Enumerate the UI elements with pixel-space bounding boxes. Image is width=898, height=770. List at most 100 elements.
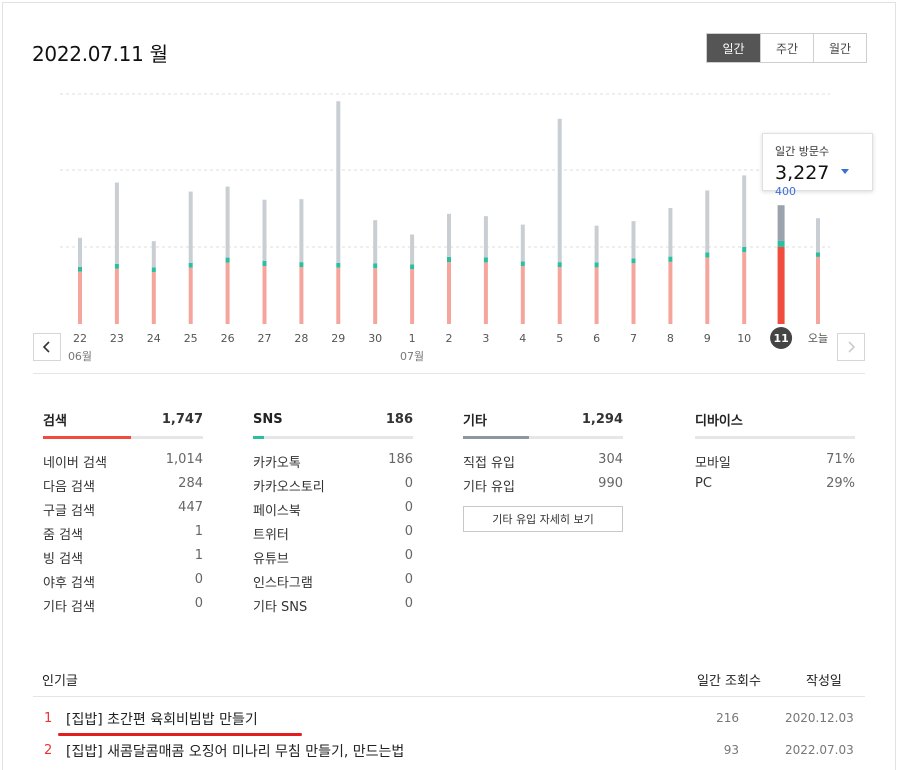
tick-label: 11: [773, 332, 788, 345]
bar-search: [520, 266, 525, 324]
tick-label: 6: [593, 332, 600, 345]
bar-other: [705, 190, 710, 253]
bar-search: [299, 267, 304, 324]
next-period-button[interactable]: [837, 333, 865, 361]
tooltip-change-value: 400: [775, 185, 796, 198]
tick-label: 27: [258, 332, 272, 345]
stat-row-value: 1: [194, 548, 203, 563]
tooltip-value: 3,227: [775, 162, 830, 184]
bar-sns: [631, 258, 636, 264]
tick-label: 7: [630, 332, 637, 345]
bar-other: [816, 218, 820, 253]
stat-row-label: 인스타그램: [253, 576, 313, 591]
month-label: 06월: [68, 350, 92, 363]
tick-label: 9: [704, 332, 711, 345]
stat-row-value: 0: [404, 596, 413, 611]
bar-other: [336, 101, 341, 263]
bar-other: [483, 216, 488, 258]
bar-other: [557, 118, 562, 263]
stat-bar: [463, 436, 623, 439]
bar-sns: [594, 262, 599, 268]
stat-row: 페이스북 0: [253, 500, 413, 524]
stat-bar-fill: [43, 436, 131, 439]
bar-sns: [742, 246, 747, 253]
bar-other: [777, 205, 785, 241]
post-title-link[interactable]: [집밥] 새콤달콤매콤 오징어 미나리 무침 만들기, 만드는법: [66, 741, 404, 761]
post-rank: 1: [44, 711, 53, 726]
bar-other: [447, 213, 451, 257]
tab-monthly[interactable]: 월간: [813, 34, 866, 62]
bar-search: [447, 262, 451, 324]
bar-other: [151, 241, 156, 268]
tick-label: 22: [73, 332, 87, 345]
bar-sns: [557, 262, 562, 268]
bar-search: [705, 257, 710, 324]
stat-row: 인스타그램 0: [253, 572, 413, 596]
month-label: 07월: [400, 350, 424, 363]
bar-search: [188, 267, 193, 324]
stat-row-value: 0: [404, 524, 413, 539]
post-title-link[interactable]: [집밥] 초간편 육회비빔밥 만들기: [66, 709, 258, 729]
stat-title: 기타: [463, 414, 487, 429]
stat-row-value: 0: [404, 572, 413, 587]
stat-total: 1,294: [581, 412, 623, 427]
period-tabs: 일간 주간 월간: [706, 33, 867, 63]
bar-sns: [705, 252, 710, 258]
stat-row-label: 빙 검색: [43, 552, 84, 567]
stat-row: PC 29%: [695, 476, 855, 500]
stat-row-label: 야후 검색: [43, 576, 95, 591]
bar-other: [520, 224, 525, 262]
bar-search: [777, 246, 785, 324]
tick-label: 2: [446, 332, 453, 345]
tick-label: 29: [331, 332, 345, 345]
stat-row-value: 0: [404, 476, 413, 491]
tab-weekly[interactable]: 주간: [760, 34, 813, 62]
bar-sns: [78, 266, 82, 272]
bar-sns: [520, 261, 525, 266]
chevron-left-icon: [42, 341, 50, 353]
stat-row-label: 구글 검색: [43, 504, 95, 519]
stat-row-value: 0: [404, 500, 413, 515]
bar-sns: [225, 257, 230, 263]
stat-row-value: 1: [194, 524, 203, 539]
stat-row-value: 29%: [826, 476, 855, 491]
bar-search: [410, 269, 415, 324]
bar-other: [668, 208, 673, 257]
stat-row-label: 기타 SNS: [253, 600, 308, 615]
stat-row-value: 447: [178, 500, 203, 515]
stat-total: 1,747: [161, 412, 203, 427]
stat-bar-fill: [253, 436, 265, 439]
stat-title: SNS: [253, 412, 283, 427]
stat-row-label: 트위터: [253, 528, 289, 543]
tick-label: 23: [110, 332, 124, 345]
stat-row: 네이버 검색 1,014: [43, 452, 203, 476]
bar-sns: [188, 262, 193, 268]
bar-other: [631, 221, 636, 259]
bar-sns: [777, 240, 785, 247]
popular-posts: 인기글 일간 조회수 작성일 1 [집밥] 초간편 육회비빔밥 만들기 216 …: [33, 668, 865, 761]
bar-sns: [299, 262, 304, 268]
stat-bar: [253, 436, 413, 439]
bar-other: [410, 234, 415, 265]
stat-device: 디바이스 모바일 71% PC 29%: [695, 406, 855, 500]
stat-row-label: 페이스북: [253, 504, 301, 519]
stat-row: 다음 검색 284: [43, 476, 203, 500]
stat-bar-fill: [463, 436, 529, 439]
tick-label: 5: [556, 332, 563, 345]
stat-other: 기타 1,294 직접 유입 304 기타 유입 990 기타 유입 자세히 보기: [463, 406, 623, 532]
stat-row-label: 네이버 검색: [43, 456, 107, 471]
stat-row: 유튜브 0: [253, 548, 413, 572]
bar-search: [483, 262, 488, 324]
stat-row-label: 유튜브: [253, 552, 289, 567]
tab-daily[interactable]: 일간: [707, 34, 760, 62]
bar-search: [262, 266, 267, 324]
other-detail-button[interactable]: 기타 유입 자세히 보기: [463, 506, 623, 532]
bar-search: [668, 261, 673, 324]
stat-row: 직접 유입 304: [463, 452, 623, 476]
stat-row-label: 기타 유입: [463, 480, 515, 495]
stat-row-label: 모바일: [695, 456, 731, 471]
bar-sns: [447, 256, 451, 263]
triangle-down-icon: [840, 169, 849, 174]
prev-period-button[interactable]: [33, 333, 61, 361]
bar-other: [594, 225, 599, 263]
